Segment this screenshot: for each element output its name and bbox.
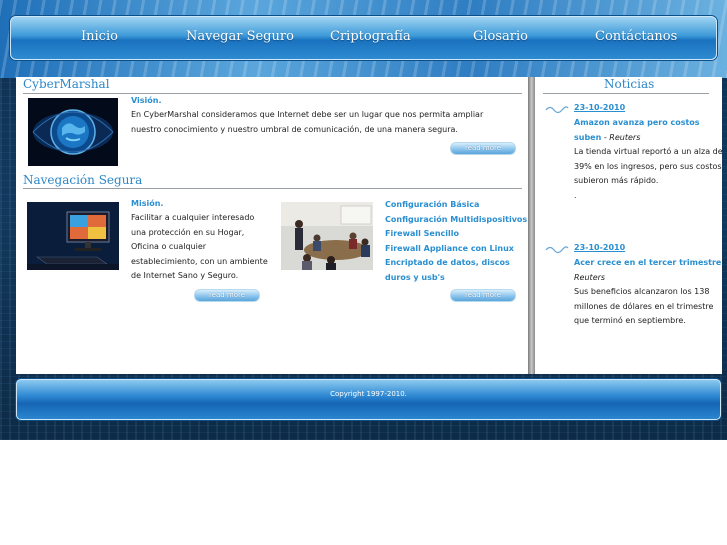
nav-inicio[interactable]: Inicio <box>81 29 118 44</box>
footer-copyright: Copyright 1997-2010. <box>330 390 407 398</box>
section-title-cybermarshal: CyberMarshal <box>23 77 110 91</box>
nav-criptografia[interactable]: Criptografía <box>330 29 411 44</box>
vision-heading: Visión. <box>131 96 162 105</box>
nav-navegar-seguro[interactable]: Navegar Seguro <box>186 29 294 44</box>
news-text: Sus beneficios alcanzaron los 138 millon… <box>574 287 714 325</box>
mision-text: Facilitar a cualquier interesado una pro… <box>131 213 268 280</box>
news-source: Reuters <box>609 132 641 142</box>
footer-bar: Copyright 1997-2010. <box>16 379 721 420</box>
link-configuracion-basica[interactable]: Configuración Básica <box>385 198 527 213</box>
nav-contactanos[interactable]: Contáctanos <box>595 29 677 44</box>
navegacion-links: Configuración Básica Configuración Multi… <box>385 198 527 285</box>
news-extra: . <box>574 190 577 200</box>
section-title-noticias: Noticias <box>604 77 655 91</box>
link-encriptado-datos[interactable]: Encriptado de datos, discos <box>385 256 527 271</box>
cyber-eye-image <box>28 98 118 166</box>
read-more-button[interactable]: read more <box>450 289 516 302</box>
section-title-navegacion-segura: Navegación Segura <box>23 173 143 187</box>
column-divider <box>528 77 535 374</box>
computer-image <box>27 202 119 270</box>
nav-glosario[interactable]: Glosario <box>473 29 528 44</box>
read-more-button[interactable]: read more <box>194 289 260 302</box>
wave-icon <box>545 106 569 114</box>
meeting-image <box>281 202 373 270</box>
vision-text: En CyberMarshal consideramos que Interne… <box>131 110 484 134</box>
wave-icon <box>545 246 569 254</box>
link-encriptado-datos-cont[interactable]: duros y usb's <box>385 271 527 286</box>
news-body: Acer crece en el tercer trimestre Reuter… <box>574 256 724 329</box>
read-more-button[interactable]: read more <box>450 142 516 155</box>
section-rule <box>543 93 709 94</box>
section-rule <box>23 93 522 94</box>
news-body: Amazon avanza pero costos suben - Reuter… <box>574 116 724 203</box>
link-firewall-appliance[interactable]: Firewall Appliance con Linux <box>385 242 527 257</box>
mision-heading: Misión. <box>131 199 164 208</box>
section-rule <box>23 188 522 189</box>
main-nav: Inicio Navegar Seguro Criptografía Glosa… <box>10 16 717 60</box>
news-source: Reuters <box>574 272 606 282</box>
link-configuracion-multidispositivos[interactable]: Configuración Multidispositivos <box>385 213 527 228</box>
news-text: La tienda virtual reportó a un alza de 3… <box>574 147 723 185</box>
news-date[interactable]: 23-10-2010 <box>574 103 625 112</box>
link-firewall-sencillo[interactable]: Firewall Sencillo <box>385 227 527 242</box>
news-date[interactable]: 23-10-2010 <box>574 243 625 252</box>
news-headline[interactable]: Acer crece en el tercer trimestre <box>574 258 721 267</box>
